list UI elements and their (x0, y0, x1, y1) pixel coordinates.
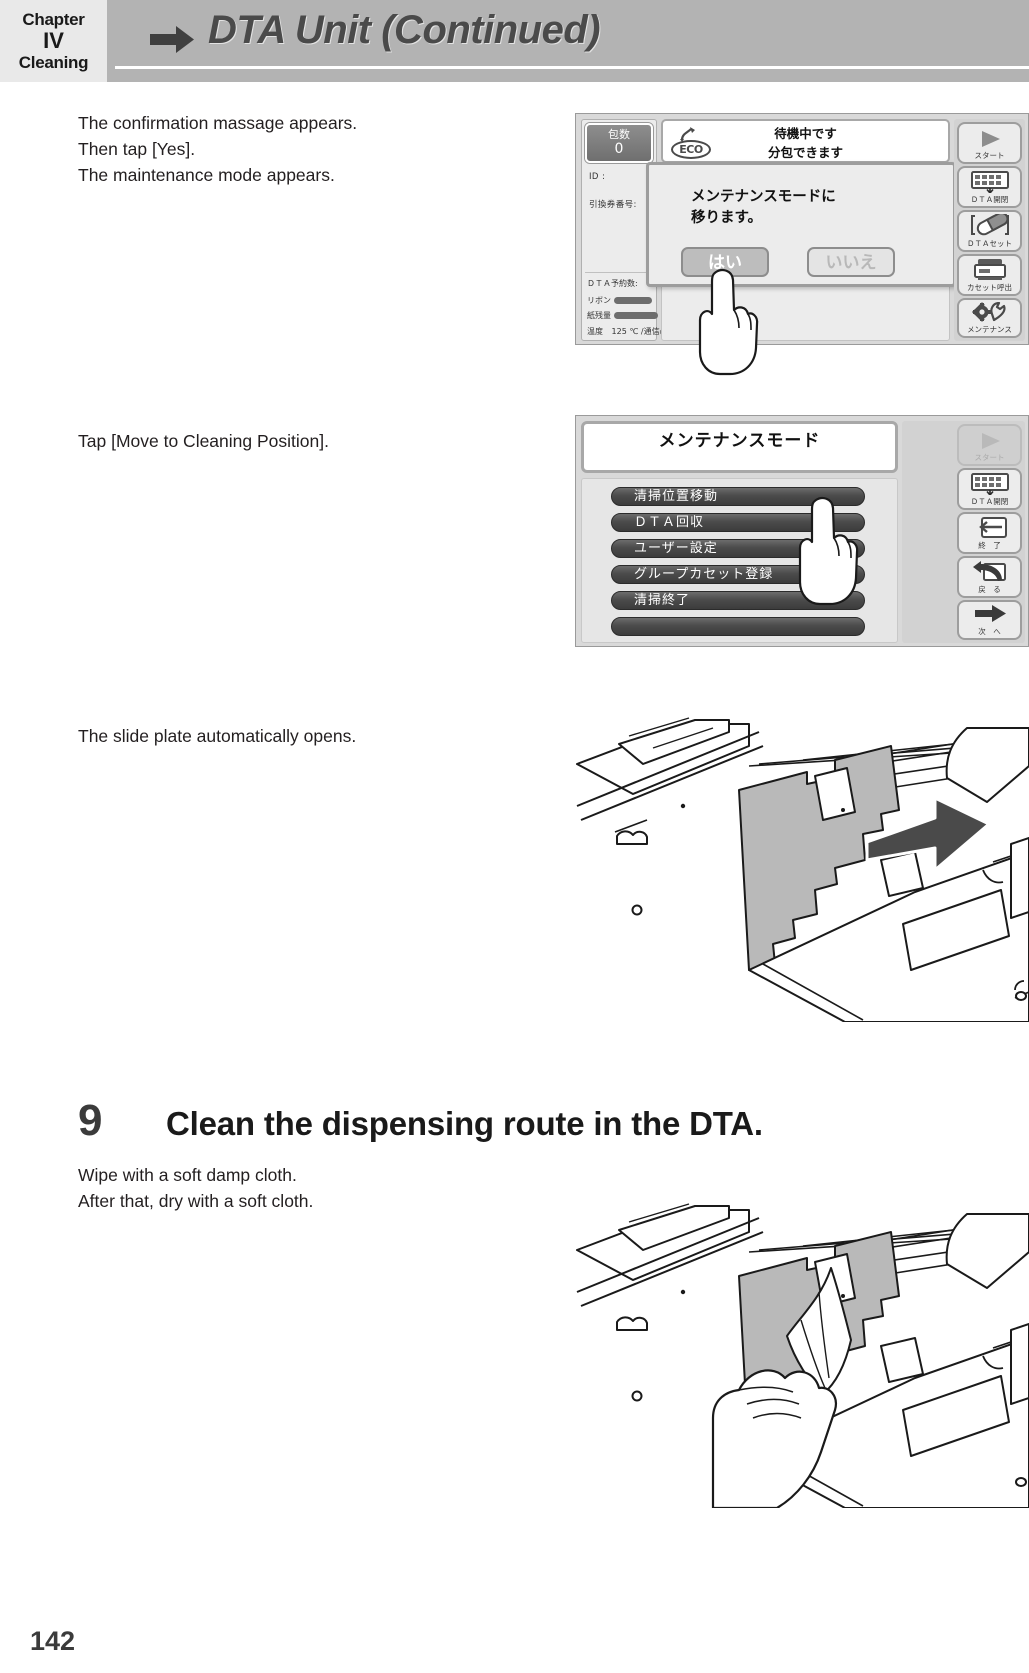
eco-label: ECO (671, 140, 711, 159)
sidebtn-dta-set-label: ＤＴＡセット (967, 239, 1012, 248)
maintenance-mode-title: メンテナンスモード (581, 421, 898, 473)
play-triangle-icon (981, 131, 1000, 147)
paragraph-line: Then tap [Yes]. (78, 139, 196, 159)
dialog-no-button[interactable]: いいえ (807, 247, 895, 277)
sidebtn-back[interactable]: 戻 る (957, 556, 1022, 598)
sidebtn-next-label: 次 へ (978, 627, 1001, 636)
screen1-side-buttons: スタート ＤＴＡ開閉 ＤＴＡセット カセット呼出 メンテナンス (954, 119, 1025, 341)
sidebtn-dta-set[interactable]: ＤＴＡセット (957, 210, 1022, 252)
sidebtn-dta-open-close[interactable]: ＤＴＡ開閉 (957, 166, 1022, 208)
sidebtn-exit[interactable]: 終 了 (957, 512, 1022, 554)
package-count-value: 0 (614, 141, 624, 157)
sidebtn-start-label: スタート (974, 453, 1005, 462)
instruction-paragraph-1: The confirmation massage appears. Then t… (78, 110, 357, 188)
right-arrow-icon (150, 26, 194, 53)
menu-item-empty[interactable] (611, 617, 865, 636)
step-title: Clean the dispensing route in the DTA. (166, 1105, 763, 1142)
chapter-topic: Cleaning (18, 53, 89, 73)
paragraph-line: Wipe with a soft damp cloth. (78, 1165, 297, 1185)
chapter-label: Chapter (22, 9, 85, 29)
sidebtn-start[interactable]: スタート (957, 122, 1022, 164)
play-triangle-icon (981, 433, 1000, 449)
gear-wrench-icon (971, 301, 1006, 322)
paragraph-line: Tap [Move to Cleaning Position]. (78, 431, 329, 451)
sidebtn-dta-open-close[interactable]: ＤＴＡ開閉 (957, 468, 1022, 510)
paragraph-line: After that, dry with a soft cloth. (78, 1191, 314, 1211)
temp-label: 温度 (587, 327, 603, 336)
menu-item-move-to-cleaning-position[interactable]: 清掃位置移動 (611, 487, 865, 506)
dta-tray-icon (970, 171, 1009, 195)
back-arrow-icon (972, 561, 1006, 581)
dialog-line-1: メンテナンスモードに (691, 189, 836, 205)
temperature-status: 温度 125 ℃ /通信○ (587, 326, 667, 337)
sidebtn-exit-label: 終 了 (978, 541, 1001, 550)
sidebtn-cassette-call-label: カセット呼出 (967, 283, 1012, 292)
dialog-line-2: 移ります。 (691, 210, 763, 226)
next-arrow-icon (974, 605, 1006, 622)
paragraph-line: The maintenance mode appears. (78, 165, 335, 185)
cassette-icon (973, 259, 1006, 280)
page-header: Chapter IV Cleaning DTA Unit (Continued) (0, 0, 1029, 82)
dialog-yes-button[interactable]: はい (681, 247, 769, 277)
package-count-label: 包数 (608, 128, 630, 141)
chapter-number: IV (43, 27, 64, 53)
maintenance-menu: 清掃位置移動 ＤＴＡ回収 ユーザー設定 グループカセット登録 清掃終了 (581, 478, 898, 643)
sidebtn-dta-open-close-label: ＤＴＡ開閉 (970, 195, 1009, 204)
capsule-icon (970, 211, 1009, 236)
dialog-message: メンテナンスモードに 移ります。 (691, 187, 836, 229)
paper-label: 紙残量 (587, 311, 611, 320)
exit-arrow-icon (978, 517, 1007, 538)
wipe-dispensing-route-illustration (576, 1203, 1029, 1508)
menu-item-dta-collection[interactable]: ＤＴＡ回収 (611, 513, 865, 532)
chapter-tab: Chapter IV Cleaning (0, 0, 107, 82)
ribbon-status: リボン (587, 295, 652, 306)
screen2-side-buttons: スタート ＤＴＡ開閉 終 了 戻 る 次 へ (902, 421, 1025, 643)
paper-gauge (614, 312, 658, 319)
step-heading: 9 Clean the dispensing route in the DTA. (78, 1096, 763, 1146)
sidebtn-dta-open-close-label: ＤＴＡ開閉 (970, 497, 1009, 506)
ribbon-label: リボン (587, 296, 611, 305)
page-number: 142 (30, 1626, 76, 1656)
paper-status: 紙残量 (587, 310, 658, 321)
dta-tray-icon (970, 473, 1009, 497)
confirmation-dialog: メンテナンスモードに 移ります。 はい いいえ (646, 162, 956, 287)
paragraph-line: The confirmation massage appears. (78, 113, 358, 133)
step-number: 9 (78, 1096, 103, 1145)
menu-item-user-settings[interactable]: ユーザー設定 (611, 539, 865, 558)
ribbon-gauge (614, 297, 652, 304)
menu-item-cleaning-finish[interactable]: 清掃終了 (611, 591, 865, 610)
sidebtn-back-label: 戻 る (978, 585, 1001, 594)
package-count-box: 包数 0 (585, 123, 653, 163)
paragraph-line: The slide plate automatically opens. (78, 726, 357, 746)
sidebtn-start[interactable]: スタート (957, 424, 1022, 466)
instruction-paragraph-4: Wipe with a soft damp cloth. After that,… (78, 1162, 313, 1214)
ticket-number-label: 引換券番号: (589, 200, 637, 210)
temp-value: 125 ℃ (611, 327, 639, 336)
dta-reserved-label: ＤＴＡ予約数: (587, 279, 638, 288)
sidebtn-start-label: スタート (974, 151, 1005, 160)
sidebtn-next[interactable]: 次 へ (957, 600, 1022, 640)
divider (585, 272, 653, 273)
eco-indicator: ECO (671, 127, 711, 160)
sidebtn-maintenance-label: メンテナンス (967, 325, 1012, 334)
lcd-screen-confirmation: 包数 0 ID : 引換券番号: ＤＴＡ予約数: リボン 紙残量 温度 125 … (575, 113, 1029, 376)
page-title: DTA Unit (Continued) (208, 8, 601, 52)
menu-item-group-cassette-register[interactable]: グループカセット登録 (611, 565, 865, 584)
sidebtn-maintenance[interactable]: メンテナンス (957, 298, 1022, 338)
header-bar: DTA Unit (Continued) (107, 0, 1029, 82)
status-message-bar: ECO 待機中です 分包できます (661, 119, 950, 163)
id-label: ID : (589, 172, 606, 182)
instruction-paragraph-2: Tap [Move to Cleaning Position]. (78, 428, 329, 454)
slide-plate-open-illustration (576, 717, 1029, 1022)
lcd-screen-maintenance-mode: メンテナンスモード 清掃位置移動 ＤＴＡ回収 ユーザー設定 グループカセット登録… (575, 415, 1029, 647)
instruction-paragraph-3: The slide plate automatically opens. (78, 723, 356, 749)
sidebtn-cassette-call[interactable]: カセット呼出 (957, 254, 1022, 296)
